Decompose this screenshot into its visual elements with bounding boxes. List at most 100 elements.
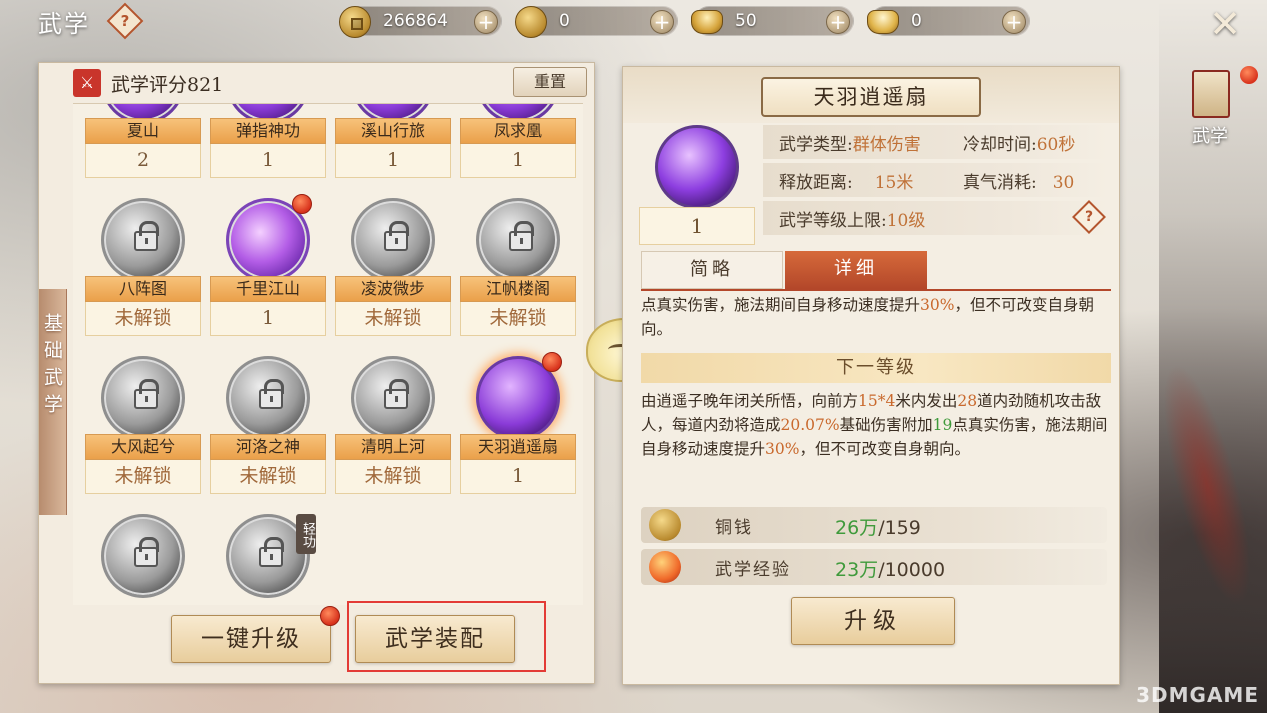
- currency-value: 50: [735, 11, 757, 31]
- skill-card-selected[interactable]: 天羽逍遥扇 1: [460, 352, 576, 512]
- skill-level: 未解锁: [85, 302, 201, 336]
- sidebar-item-martial-arts[interactable]: 武学: [1162, 64, 1262, 164]
- stat-qi: 真气消耗: 30: [963, 173, 1075, 193]
- skill-name: 溪山行旅: [335, 118, 451, 144]
- skill-name: 凌波微步: [335, 276, 451, 302]
- skill-level: 未解锁: [460, 302, 576, 336]
- skill-level: 1: [460, 460, 576, 494]
- skill-card[interactable]: 八阵图 未解锁: [85, 198, 201, 354]
- cost-copper: 铜钱 26万/159: [641, 507, 1107, 543]
- gold-coin-icon: [515, 6, 547, 38]
- tab-basic-skills[interactable]: 基础武学: [39, 289, 67, 515]
- skill-icon: [226, 356, 310, 440]
- skill-card[interactable]: 千里江山 1: [210, 194, 326, 354]
- skill-card[interactable]: 江帆楼阁 未解锁: [460, 198, 576, 354]
- one-key-upgrade-button[interactable]: 一键升级: [171, 615, 331, 663]
- skill-level: 1: [210, 302, 326, 336]
- skill-level: 未解锁: [210, 460, 326, 494]
- watermark: 3DMGAME: [1136, 683, 1259, 707]
- skill-score: 武学评分821: [111, 74, 224, 96]
- cost-label: 铜钱: [715, 518, 753, 538]
- top-bar: 武学 ? 266864 + 0 + 50 + 0 + ✕: [0, 0, 1267, 44]
- add-gold-button[interactable]: +: [650, 10, 674, 34]
- lock-icon: [509, 221, 534, 251]
- skill-level: 2: [85, 144, 201, 178]
- skill-grid[interactable]: 夏山 2 弹指神功 1 溪山行旅 1 凤求凰 1 八阵图 未解锁 千里江山 1 …: [73, 103, 583, 605]
- sidebar-item-label: 武学: [1192, 126, 1228, 147]
- add-ingot-button[interactable]: +: [826, 10, 850, 34]
- currency-gold-ingot: 50 +: [691, 6, 854, 36]
- page-title: 武学: [38, 10, 90, 38]
- gold-ingot-icon: [691, 10, 723, 34]
- skill-card[interactable]: 凤求凰 1: [460, 104, 576, 196]
- stat-row: 武学等级上限:10级 ?: [763, 200, 1109, 235]
- cost-value: 26万/159: [835, 517, 921, 539]
- skill-level: 未解锁: [85, 460, 201, 494]
- close-button[interactable]: ✕: [1203, 4, 1247, 48]
- skill-card[interactable]: 清明上河 未解锁: [335, 356, 451, 512]
- copper-coin-icon: [339, 6, 371, 38]
- light-skill-tag: 轻功: [296, 514, 316, 554]
- currency-value: 0: [911, 11, 922, 31]
- skill-detail-panel: 天羽逍遥扇 1 武学类型:群体伤害 冷却时间:60秒 释放距离: 15米 真气消耗…: [622, 66, 1120, 685]
- add-copper-button[interactable]: +: [474, 10, 498, 34]
- cost-label: 武学经验: [715, 560, 791, 580]
- tab-brief[interactable]: 简略: [641, 251, 783, 289]
- skill-level: 1: [335, 144, 451, 178]
- next-level-header: 下一等级: [641, 353, 1111, 383]
- stat-row: 武学类型:群体伤害 冷却时间:60秒: [763, 125, 1109, 159]
- currency-copper: 266864 +: [339, 6, 502, 38]
- book-icon: [1192, 70, 1230, 118]
- tab-detail[interactable]: 详细: [785, 251, 927, 289]
- lock-icon: [134, 379, 159, 409]
- skill-icon: [101, 356, 185, 440]
- skill-card[interactable]: 夏山 2: [85, 104, 201, 196]
- skill-icon: [101, 198, 185, 282]
- tab-underline: [641, 289, 1111, 291]
- skill-name: 凤求凰: [460, 118, 576, 144]
- experience-orb-icon: [649, 551, 681, 583]
- skill-name: 弹指神功: [210, 118, 326, 144]
- next-level-description: 由逍遥子晚年闭关所悟，向前方15*4米内发出28道内劲随机攻击敌人，每道内劲将造…: [641, 392, 1108, 458]
- silver-ingot-icon: [867, 10, 899, 34]
- lock-icon: [259, 379, 284, 409]
- cost-experience: 武学经验 23万/10000: [641, 549, 1107, 585]
- lock-icon: [384, 221, 409, 251]
- skill-card[interactable]: 凌波微步 未解锁: [335, 198, 451, 354]
- cost-value: 23万/10000: [835, 559, 946, 581]
- help-button[interactable]: ?: [1072, 200, 1106, 234]
- add-silver-ingot-button[interactable]: +: [1002, 10, 1026, 34]
- help-button[interactable]: ?: [106, 2, 144, 40]
- skill-icon: [476, 198, 560, 282]
- tab-label: 基础武学: [41, 313, 63, 421]
- skill-name: 八阵图: [85, 276, 201, 302]
- upgrade-button[interactable]: 升级: [791, 597, 955, 645]
- skill-card[interactable]: 轻功: [210, 514, 326, 605]
- skill-card[interactable]: 溪山行旅 1: [335, 104, 451, 196]
- skill-level: 1: [210, 144, 326, 178]
- skill-card[interactable]: 弹指神功 1: [210, 104, 326, 196]
- skill-name: 河洛之神: [210, 434, 326, 460]
- currency-value: 0: [559, 11, 570, 31]
- crossed-swords-icon: ⚔: [73, 69, 101, 97]
- skill-level: 1: [460, 144, 576, 178]
- stat-range: 释放距离: 15米: [779, 173, 914, 193]
- lock-icon: [259, 537, 284, 567]
- stat-cooldown: 冷却时间:60秒: [963, 135, 1076, 155]
- skill-list-panel: 基础武学 ⚔ 武学评分821 重置 夏山 2 弹指神功 1 溪山行旅 1 凤求凰…: [38, 62, 595, 684]
- skill-level: 未解锁: [335, 460, 451, 494]
- reset-button[interactable]: 重置: [513, 67, 587, 97]
- lock-icon: [134, 221, 159, 251]
- stat-type: 武学类型:群体伤害: [779, 135, 921, 155]
- skill-name: 夏山: [85, 118, 201, 144]
- lock-icon: [384, 379, 409, 409]
- skill-card[interactable]: [85, 514, 201, 605]
- skill-card[interactable]: 河洛之神 未解锁: [210, 356, 326, 512]
- skill-card[interactable]: 大风起兮 未解锁: [85, 356, 201, 512]
- currency-value: 266864: [383, 11, 448, 31]
- question-icon: ?: [120, 12, 130, 30]
- stat-row: 释放距离: 15米 真气消耗: 30: [763, 163, 1109, 197]
- stat-max-level: 武学等级上限:10级: [779, 211, 926, 231]
- skill-level: 未解锁: [335, 302, 451, 336]
- skill-name: 大风起兮: [85, 434, 201, 460]
